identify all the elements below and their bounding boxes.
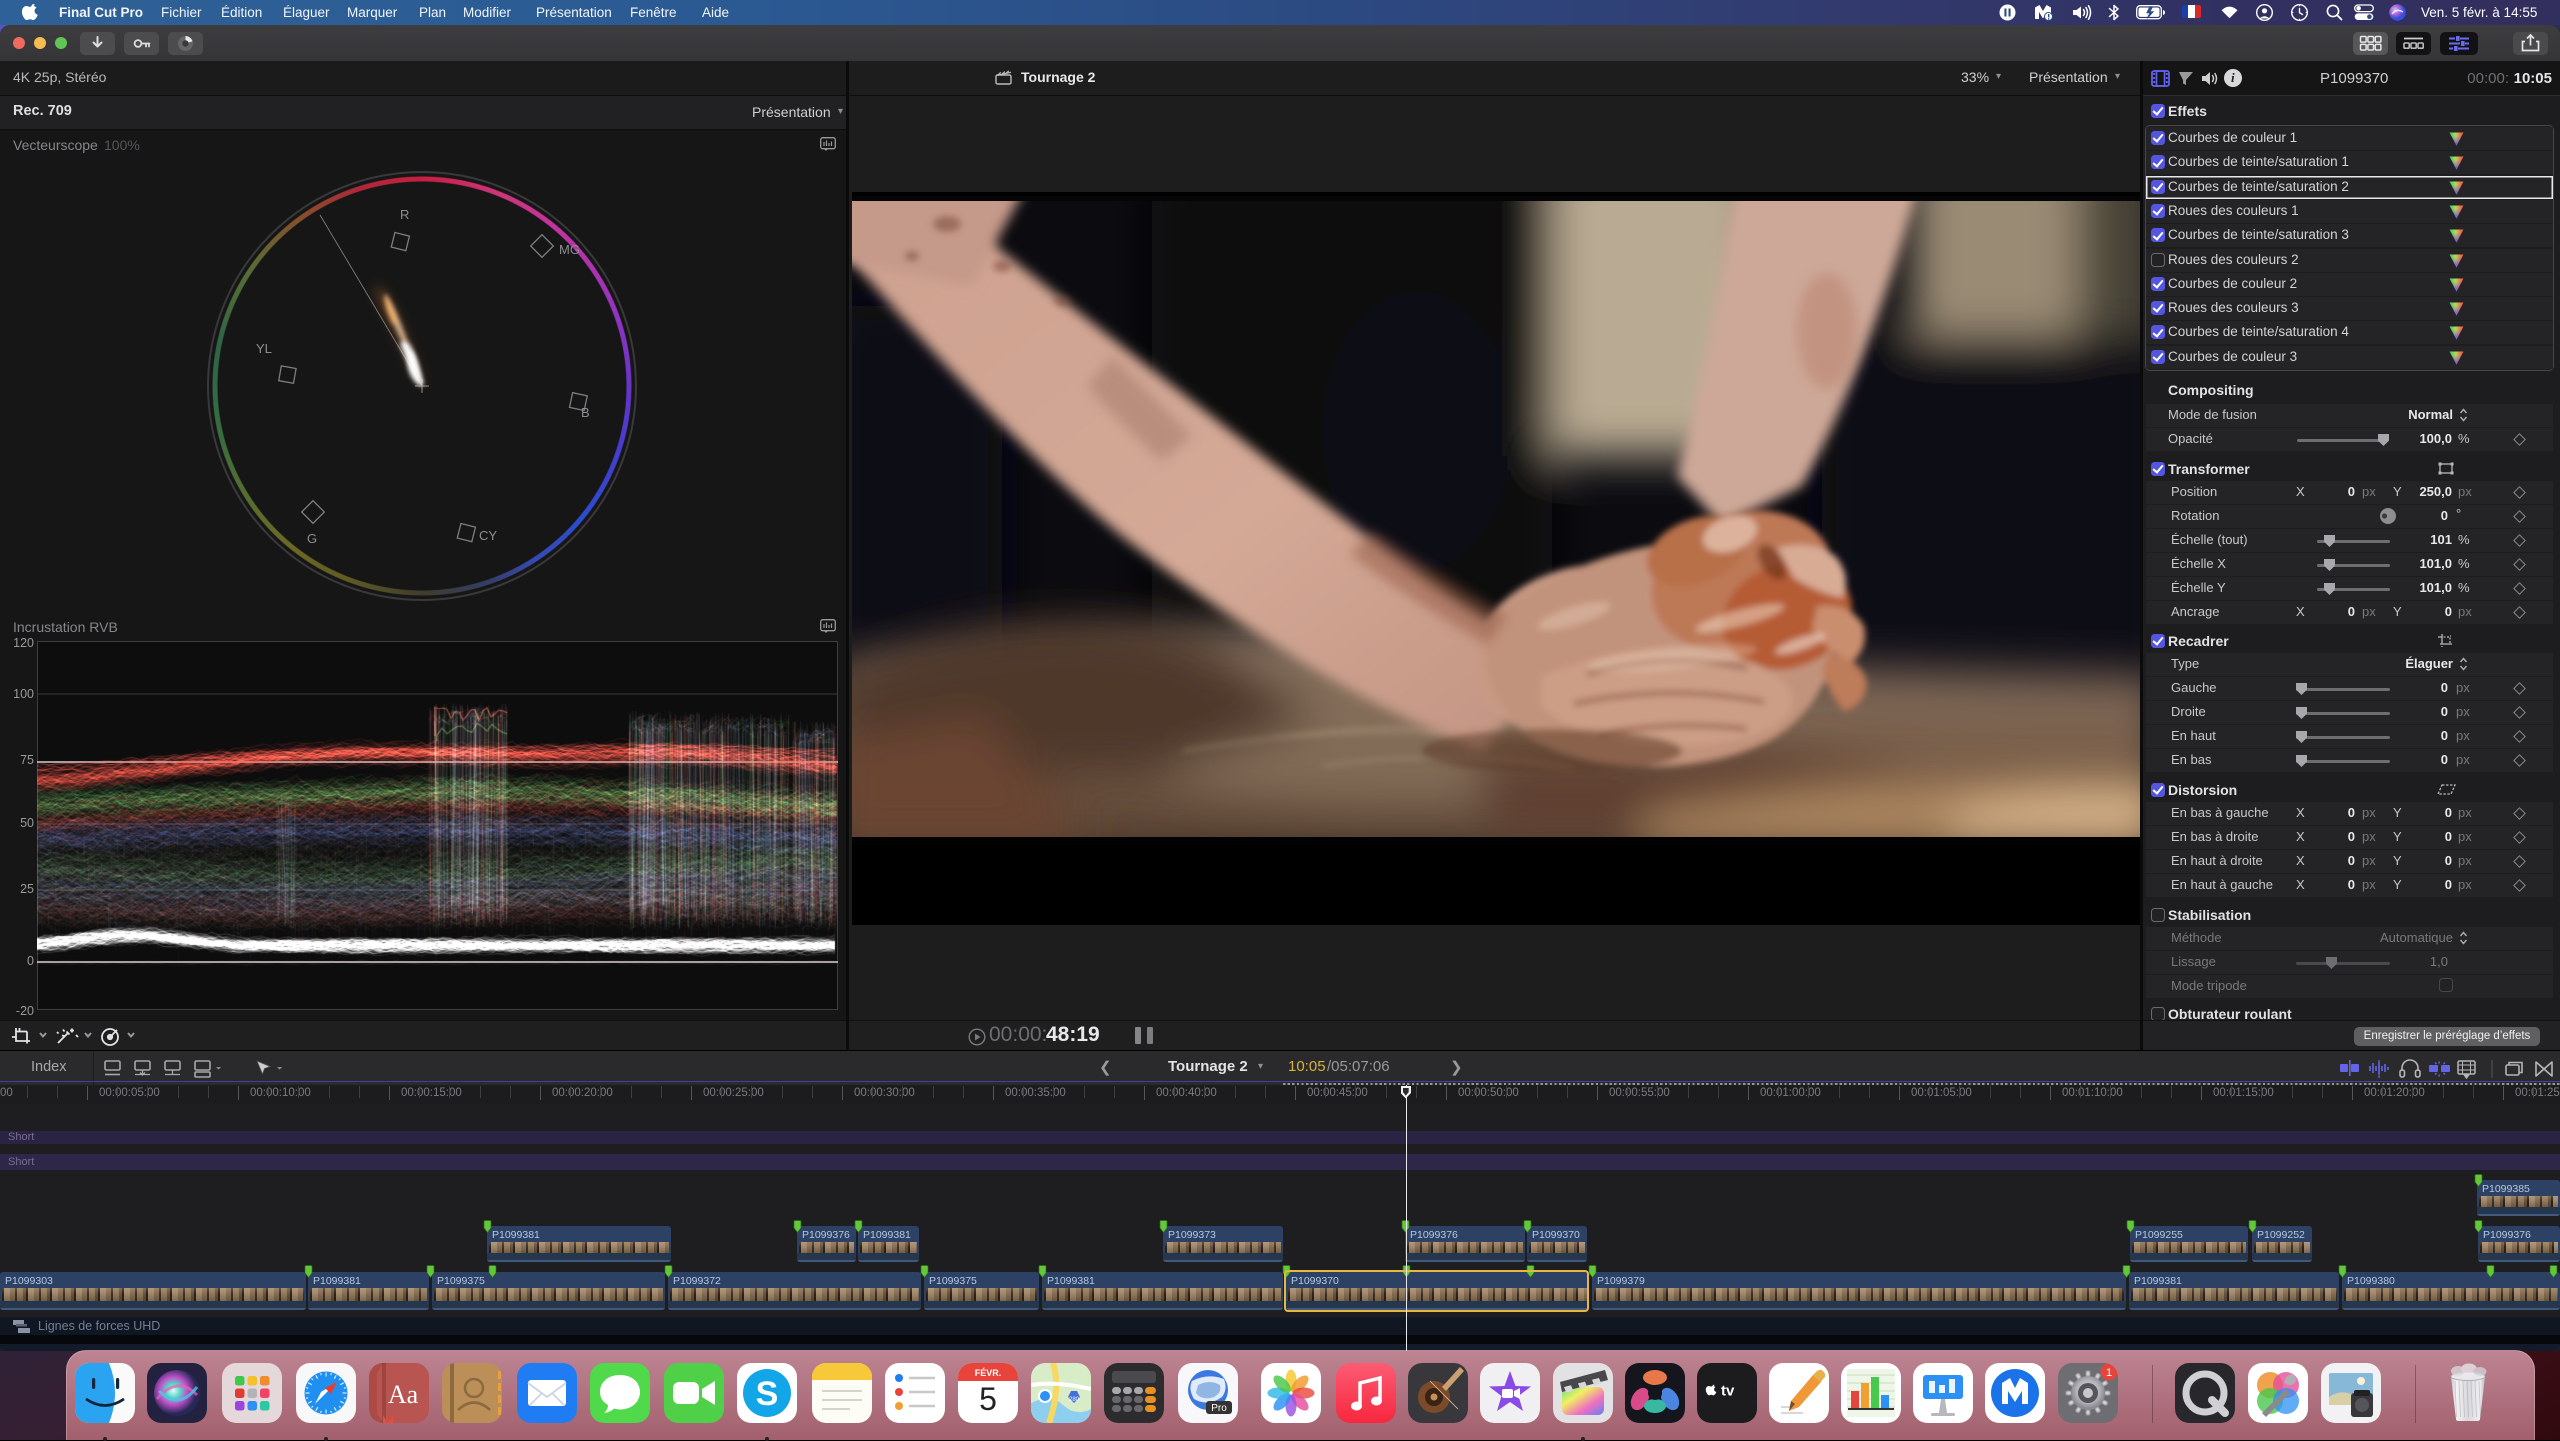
svg-text:tv: tv xyxy=(1721,1383,1735,1400)
svg-text:S: S xyxy=(756,1375,779,1413)
svg-text:1: 1 xyxy=(2106,1367,2112,1379)
svg-text:G: G xyxy=(307,531,317,546)
svg-text:FÉVR.: FÉVR. xyxy=(975,1368,1002,1378)
svg-text:280: 280 xyxy=(1069,1397,1080,1403)
svg-text:CY: CY xyxy=(479,528,497,543)
svg-text:YL: YL xyxy=(256,341,272,356)
svg-text:B: B xyxy=(581,405,590,420)
svg-text:5: 5 xyxy=(979,1381,997,1417)
svg-text:R: R xyxy=(400,207,409,222)
svg-text:Pro: Pro xyxy=(1211,1403,1227,1414)
svg-text:MG: MG xyxy=(559,242,580,257)
svg-text:Aa: Aa xyxy=(388,1380,419,1409)
